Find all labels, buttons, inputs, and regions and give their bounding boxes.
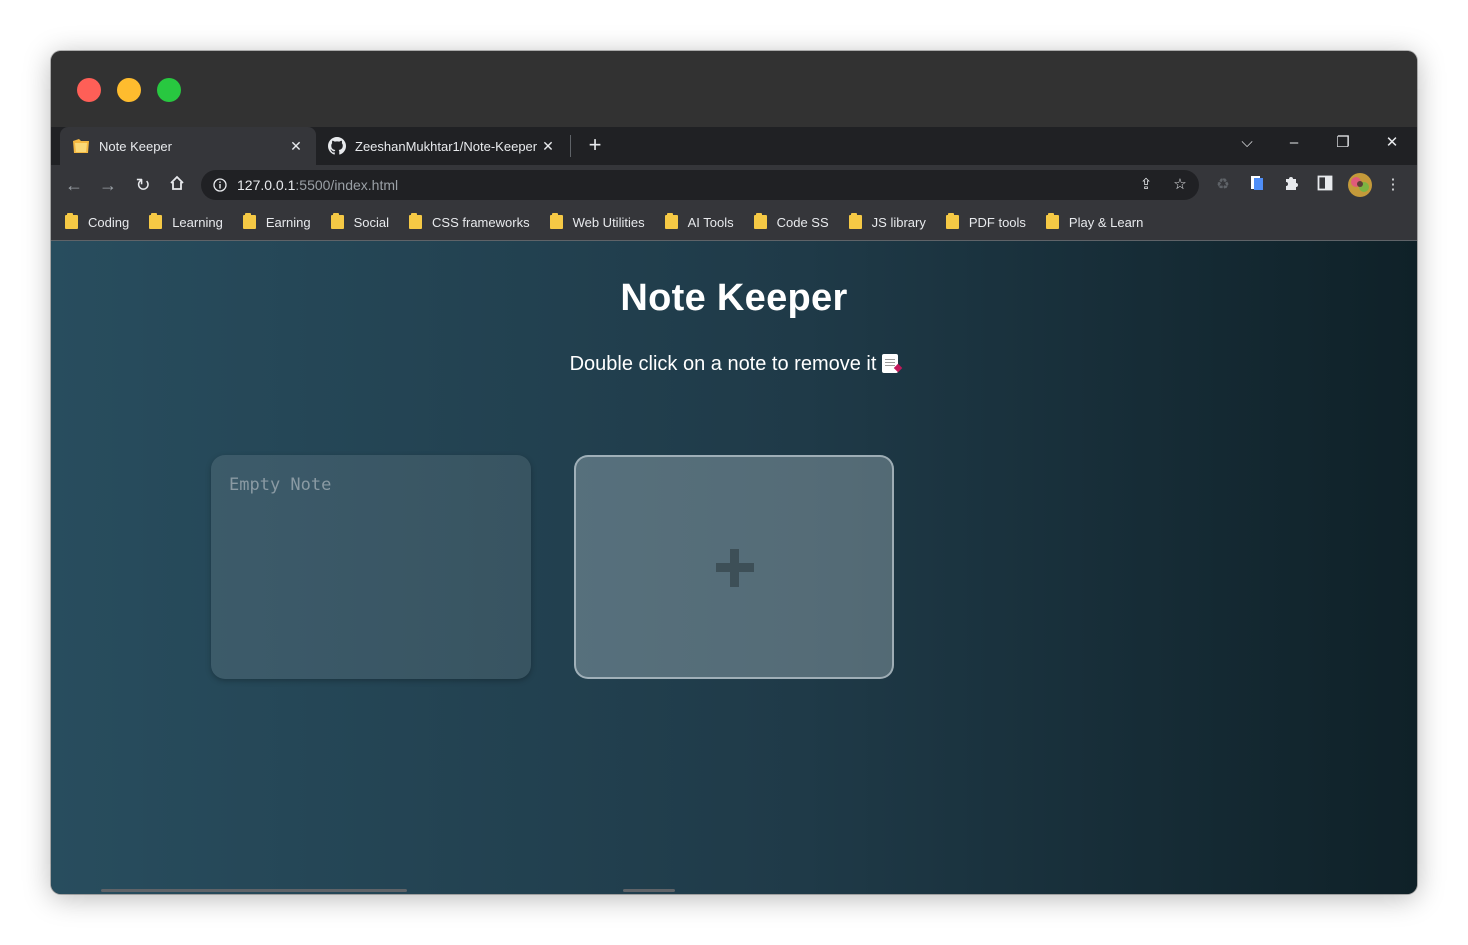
bookmark-folder[interactable]: AI Tools	[664, 213, 734, 230]
new-tab-button[interactable]: +	[585, 134, 605, 156]
folder-icon	[65, 213, 78, 229]
extensions-puzzle-icon[interactable]	[1281, 175, 1301, 195]
tab-note-keeper[interactable]: Note Keeper ✕	[60, 127, 316, 165]
tab-title: Note Keeper	[99, 138, 172, 154]
recycle-extension-icon[interactable]: ♻	[1213, 175, 1233, 195]
minimize-window-button[interactable]	[117, 78, 141, 102]
add-note-button[interactable]	[574, 455, 894, 679]
note-keeper-favicon	[72, 137, 90, 155]
url-text: 127.0.0.1:5500/index.html	[237, 177, 399, 193]
folder-icon	[848, 213, 862, 229]
restore-icon[interactable]: ❐	[1328, 131, 1358, 155]
note-card[interactable]	[211, 455, 531, 679]
bookmark-folder[interactable]: Learning	[149, 213, 223, 230]
minimize-icon[interactable]: –	[1279, 131, 1309, 155]
tab-separator	[570, 135, 571, 157]
tab-strip: Note Keeper ✕ ZeeshanMukhtar1/Note-Keepe…	[51, 127, 1417, 165]
plus-icon-vertical	[730, 549, 739, 587]
bookmark-folder[interactable]: Social	[330, 213, 389, 230]
bookmark-folder[interactable]: Coding	[65, 213, 129, 230]
memo-icon	[882, 354, 899, 373]
folder-icon	[1045, 213, 1059, 229]
scrollbar-thumb[interactable]	[623, 889, 675, 892]
close-tab-icon[interactable]: ✕	[540, 138, 556, 154]
share-icon[interactable]: ⇪	[1136, 175, 1156, 195]
folder-icon	[242, 213, 256, 229]
page-subtitle: Double click on a note to remove it	[51, 353, 1417, 376]
page-content: Note Keeper Double click on a note to re…	[51, 241, 1417, 894]
title-bar	[51, 51, 1417, 127]
folder-icon	[330, 213, 344, 229]
bookmark-folder[interactable]: Code SS	[753, 213, 829, 230]
document-extension-icon[interactable]	[1247, 175, 1267, 195]
side-panel-icon[interactable]	[1315, 175, 1335, 195]
note-textarea[interactable]	[211, 455, 531, 679]
tab-title: ZeeshanMukhtar1/Note-Keeper	[355, 138, 538, 154]
folder-icon	[409, 213, 423, 229]
forward-icon[interactable]: →	[96, 173, 120, 197]
bookmark-star-icon[interactable]: ☆	[1170, 175, 1190, 195]
bookmark-folder[interactable]: Earning	[242, 213, 311, 230]
bookmarks-bar: Coding Learning Earning Social CSS frame…	[51, 205, 1417, 241]
tab-search-icon[interactable]: ⌵	[1232, 131, 1262, 155]
address-bar[interactable]: 127.0.0.1:5500/index.html ⇪ ☆	[201, 170, 1199, 200]
bookmark-folder[interactable]: PDF tools	[945, 213, 1026, 230]
more-menu-icon[interactable]: ⋮	[1383, 175, 1403, 195]
bookmark-folder[interactable]: CSS frameworks	[409, 213, 530, 230]
page-title: Note Keeper	[620, 277, 848, 319]
horizontal-scrollbar[interactable]	[101, 889, 407, 892]
browser-window: Note Keeper ✕ ZeeshanMukhtar1/Note-Keepe…	[51, 51, 1417, 894]
folder-icon	[664, 213, 678, 229]
bookmark-folder[interactable]: Web Utilities	[549, 213, 645, 230]
home-icon[interactable]	[165, 173, 189, 197]
tab-github-repo[interactable]: ZeeshanMukhtar1/Note-Keeper ✕	[316, 127, 568, 165]
maximize-window-button[interactable]	[157, 78, 181, 102]
back-icon[interactable]: ←	[62, 173, 86, 197]
close-window-button[interactable]	[77, 78, 101, 102]
github-icon	[328, 137, 346, 155]
folder-icon	[149, 213, 163, 229]
site-info-icon[interactable]	[213, 178, 227, 192]
profile-avatar[interactable]	[1348, 173, 1372, 197]
bookmark-folder[interactable]: Play & Learn	[1045, 213, 1143, 230]
folder-icon	[753, 213, 767, 229]
browser-toolbar: ← → ↻ 127.0.0.1:5500/index.html ⇪ ☆ ♻ ⋮	[51, 165, 1417, 205]
close-tab-icon[interactable]: ✕	[288, 138, 304, 154]
folder-icon	[945, 213, 959, 229]
folder-icon	[549, 213, 563, 229]
close-icon[interactable]: ✕	[1377, 131, 1407, 155]
bookmark-folder[interactable]: JS library	[848, 213, 926, 230]
reload-icon[interactable]: ↻	[131, 173, 155, 197]
